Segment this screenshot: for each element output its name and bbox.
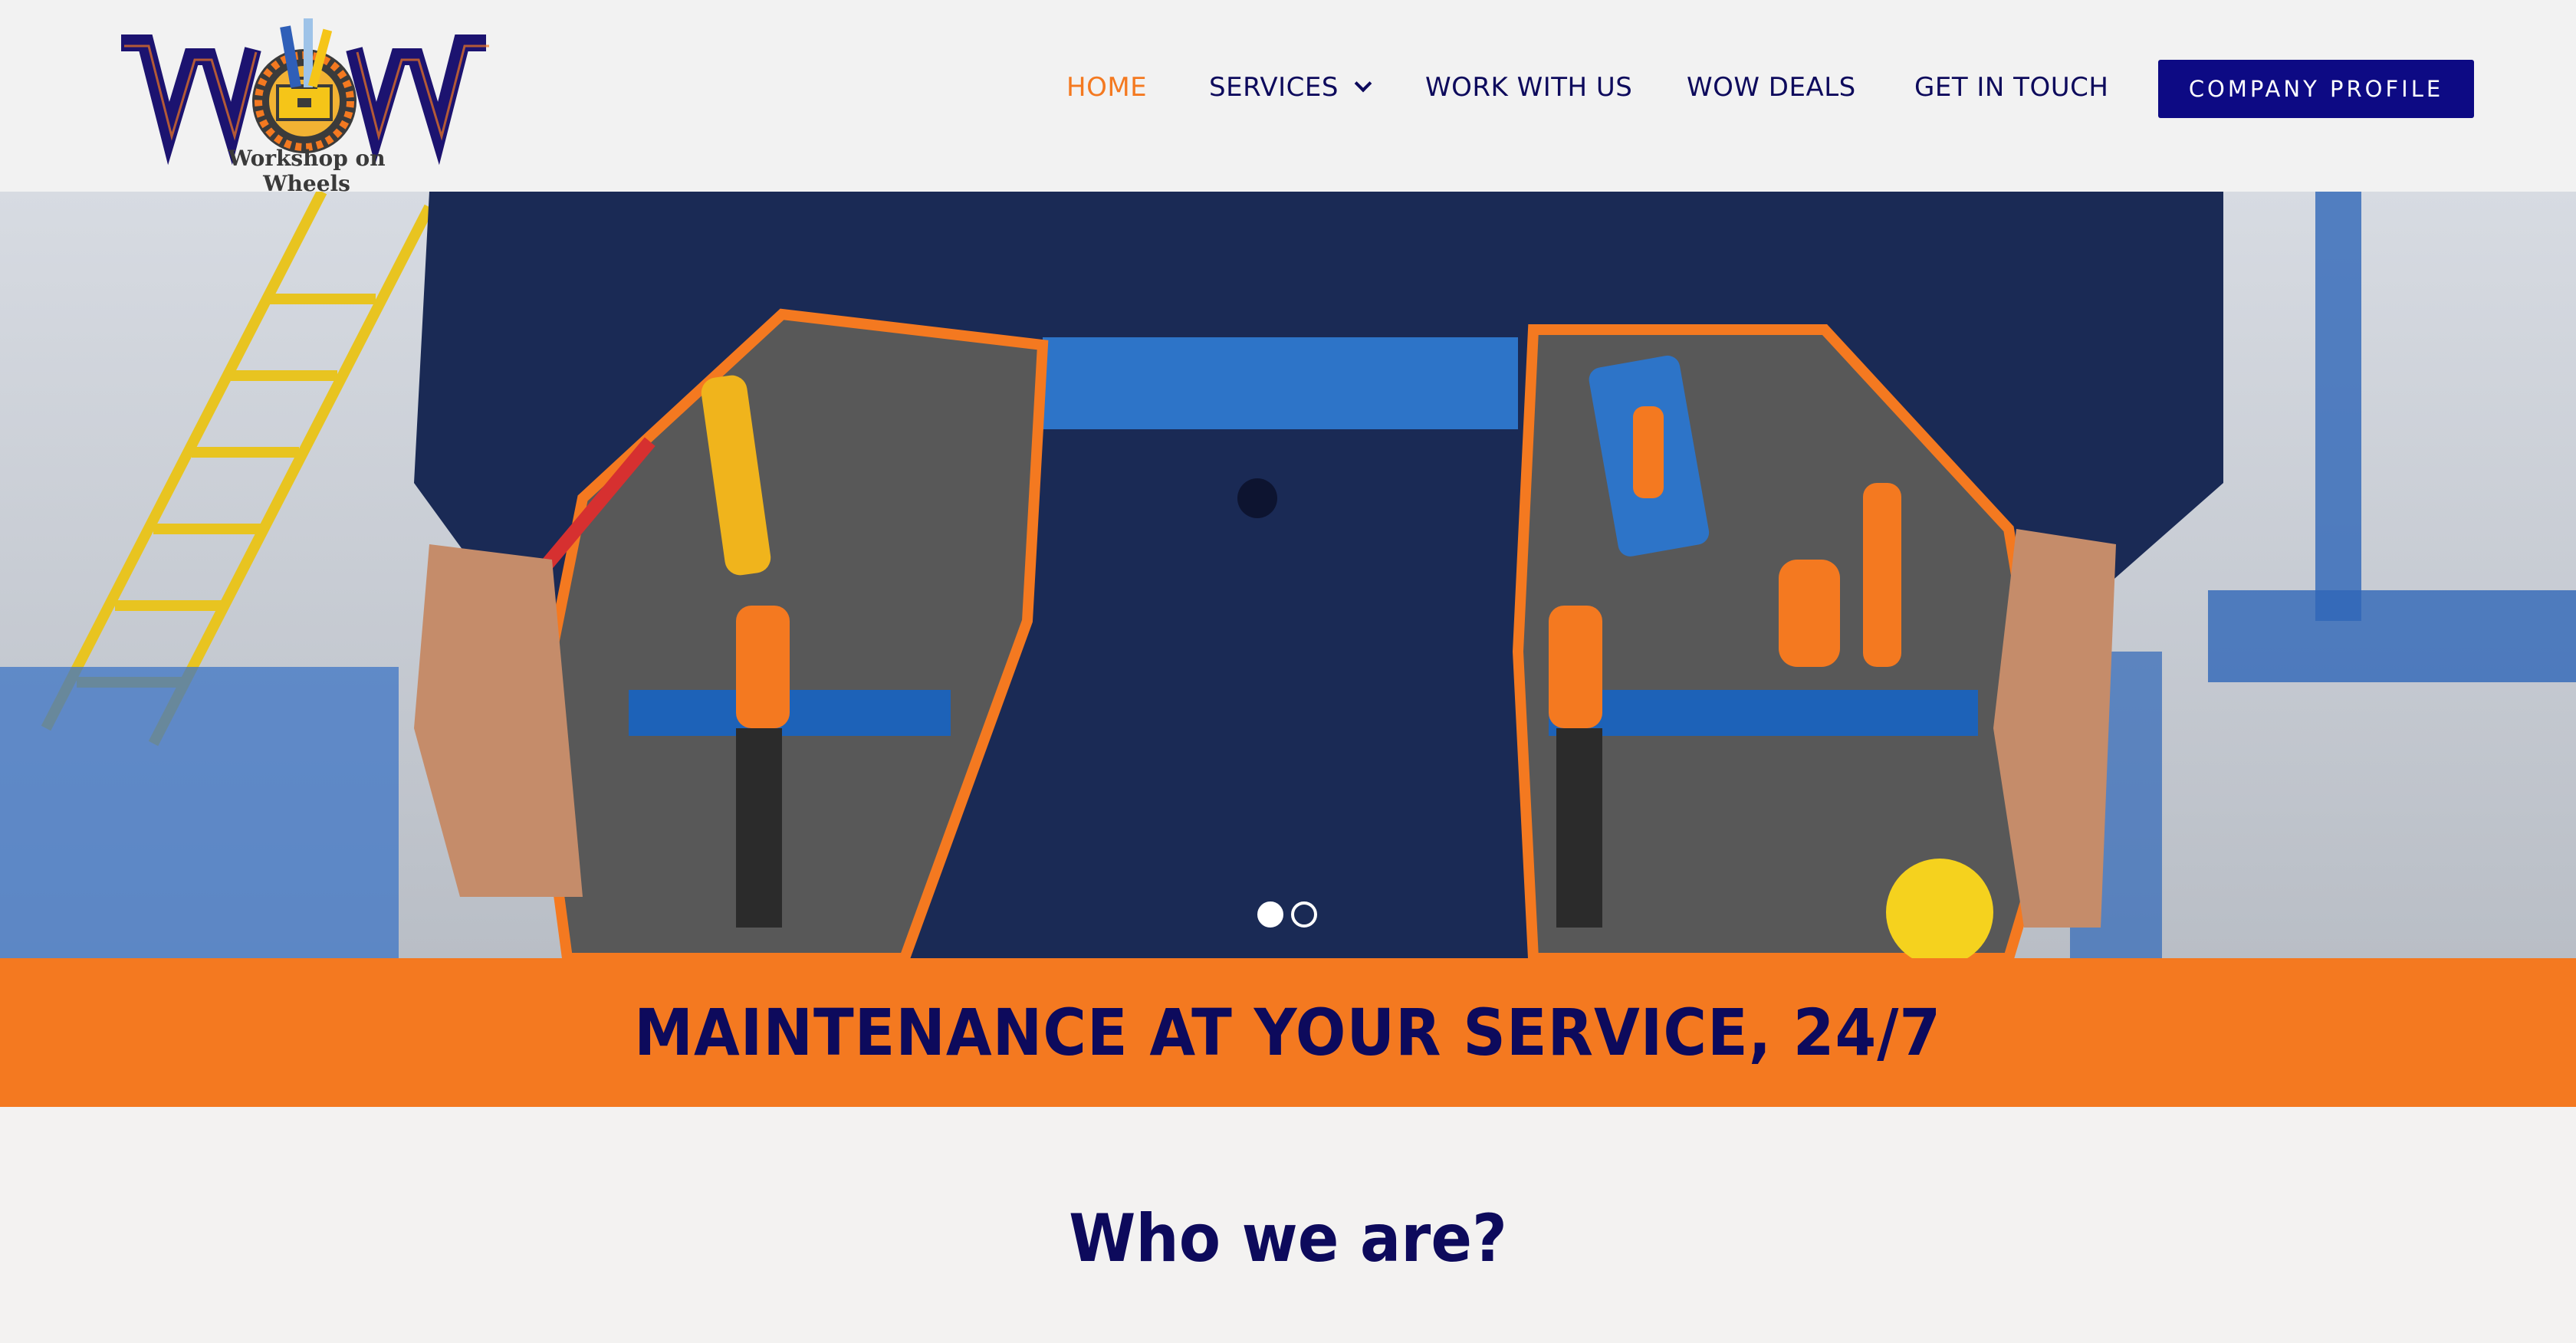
hero-slider [0, 192, 2576, 958]
nav-work-with-us-label: WORK WITH US [1425, 72, 1633, 103]
company-profile-button[interactable]: COMPANY PROFILE [2158, 60, 2474, 118]
nav-home-label: HOME [1066, 72, 1148, 103]
nav-wow-deals-label: WOW DEALS [1687, 72, 1856, 103]
slide-dot-1[interactable] [1257, 901, 1283, 928]
hero-image [0, 192, 2576, 958]
logo-tagline: Workshop on Wheels [228, 146, 386, 196]
who-we-are-section: Who we are? [0, 1107, 2576, 1343]
site-header: Workshop on Wheels HOME SERVICES WORK WI… [0, 0, 2576, 196]
nav-home[interactable]: HOME [1066, 60, 1147, 115]
tagline-banner: MAINTENANCE AT YOUR SERVICE, 24/7 [0, 958, 2576, 1107]
who-we-are-text [0, 1326, 2576, 1343]
chevron-down-icon [1354, 74, 1372, 93]
wow-logo[interactable]: Workshop on Wheels [115, 3, 498, 196]
nav-services-label: SERVICES [1209, 72, 1339, 103]
slider-dots [1257, 901, 1317, 928]
nav-services[interactable]: SERVICES [1209, 60, 1372, 115]
nav-work-with-us[interactable]: WORK WITH US [1425, 60, 1632, 115]
nav-get-in-touch-label: GET IN TOUCH [1914, 72, 2109, 103]
nav-get-in-touch[interactable]: GET IN TOUCH [1914, 60, 2108, 115]
slide-dot-2[interactable] [1291, 901, 1317, 928]
banner-heading: MAINTENANCE AT YOUR SERVICE, 24/7 [634, 995, 1942, 1070]
nav-wow-deals[interactable]: WOW DEALS [1687, 60, 1856, 115]
who-we-are-heading: Who we are? [1069, 1200, 1507, 1277]
